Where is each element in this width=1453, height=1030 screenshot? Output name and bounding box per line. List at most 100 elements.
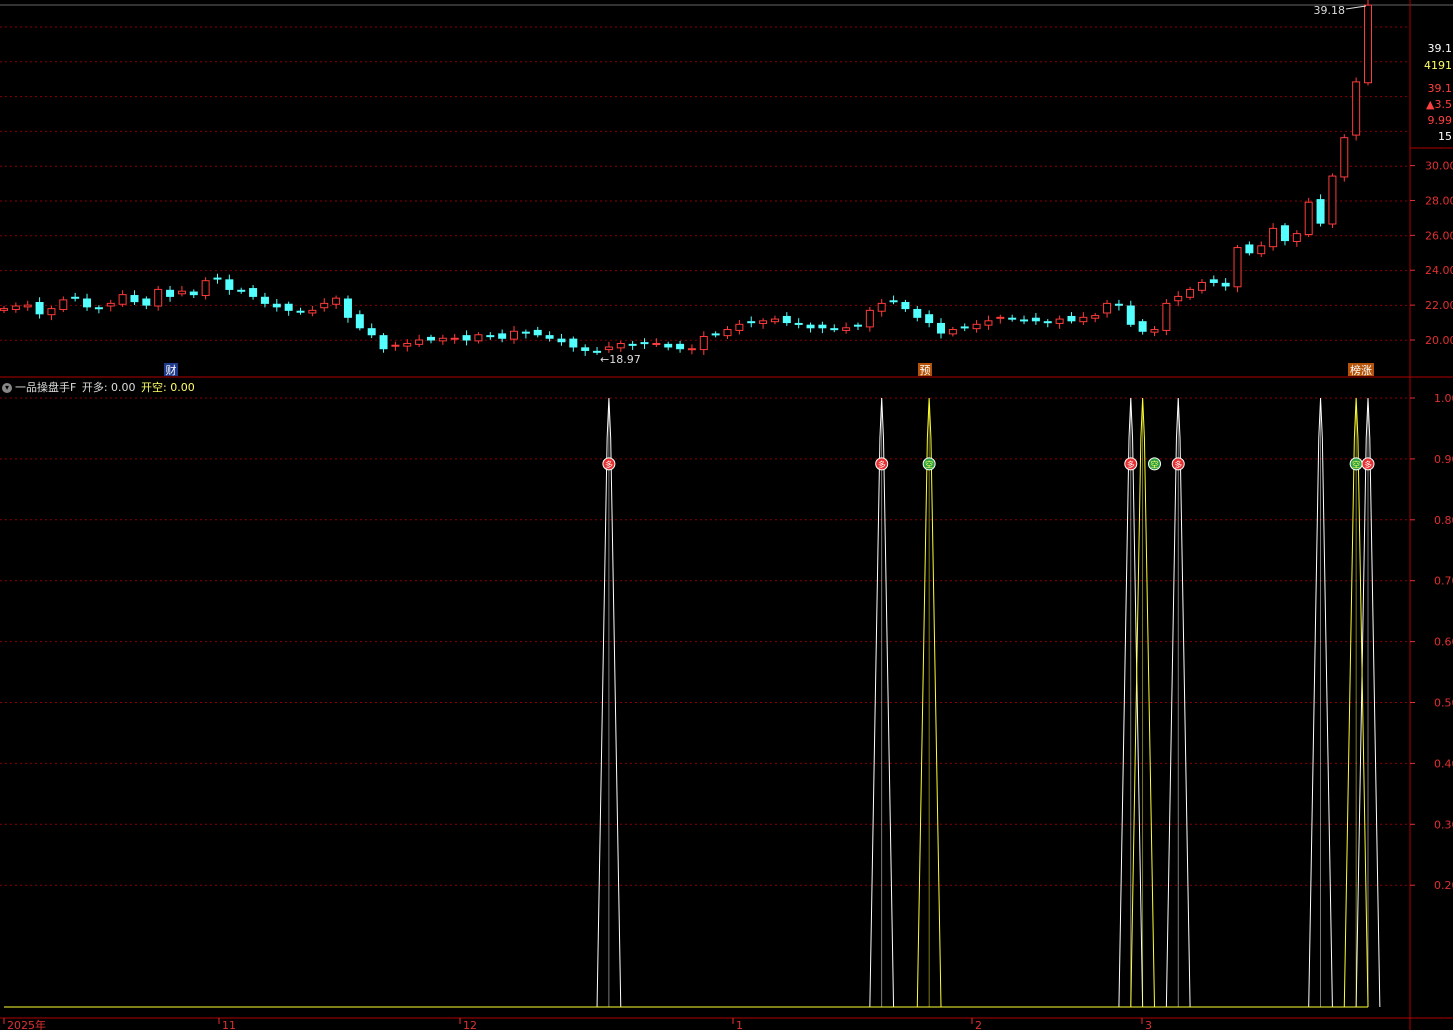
candle-body: [1257, 245, 1266, 255]
candle-body: [723, 329, 732, 337]
signal-marker-label: 空: [925, 459, 933, 469]
indicator-tick-label: 0.90: [1434, 453, 1453, 466]
x-tick-label: 3: [1145, 1019, 1152, 1030]
candle-body: [367, 328, 376, 336]
x-tick-label: 2: [975, 1019, 982, 1030]
candle-body: [569, 338, 578, 348]
candle-body: [1197, 281, 1206, 291]
low-price-marker: ←18.97: [600, 353, 641, 366]
candle-body: [770, 318, 779, 323]
indicator-tick-label: 0.50: [1434, 697, 1453, 710]
candle-body: [94, 307, 103, 310]
candle-body: [201, 280, 210, 297]
signal-marker-label: 多: [605, 459, 613, 469]
signal-marker-label: 空: [1151, 459, 1159, 469]
candle-body: [391, 344, 400, 347]
candle-body: [1328, 175, 1337, 225]
indicator-tick-label: 0.20: [1434, 879, 1453, 892]
candle-body: [11, 305, 20, 310]
candle-body: [189, 291, 198, 296]
signal-marker-label: 多: [1127, 459, 1135, 469]
candle-body: [865, 309, 874, 328]
price-tick-label: 22.00: [1425, 299, 1453, 312]
candle-body: [379, 335, 388, 350]
candle-body: [937, 322, 946, 334]
candle-body: [652, 342, 661, 345]
candle-body: [320, 302, 329, 309]
x-tick-label: 11: [222, 1019, 236, 1030]
candle-body: [1079, 316, 1088, 323]
candle-body: [521, 331, 530, 334]
candle-body: [154, 288, 163, 307]
candle-body: [1174, 295, 1183, 302]
candle-body: [474, 334, 483, 342]
series-b-value: 0.00: [170, 381, 195, 394]
series-b-label: 开空:: [141, 381, 167, 394]
candle-body: [889, 300, 898, 303]
right-info-value: ▲3.5: [1426, 98, 1452, 111]
candle-body: [1269, 227, 1278, 248]
candle-body: [225, 279, 234, 290]
chevron-down-icon[interactable]: ▾: [2, 383, 12, 393]
candle-body: [130, 295, 139, 303]
candle-body: [616, 342, 625, 349]
candle-body: [272, 303, 281, 308]
candle-body: [794, 322, 803, 325]
indicator-tick-label: 0.60: [1434, 636, 1453, 649]
candle-body: [426, 336, 435, 341]
candle-body: [687, 348, 696, 351]
right-info-value: 15: [1438, 130, 1452, 143]
candle-body: [0, 308, 8, 311]
candle-body: [830, 328, 839, 331]
price-tick-label: 24.00: [1425, 264, 1453, 277]
indicator-name: 一品操盘手F: [15, 381, 77, 394]
candle-body: [1316, 199, 1325, 224]
candle-body: [557, 338, 566, 343]
candle-body: [1340, 137, 1349, 178]
candle-body: [960, 326, 969, 329]
candle-body: [1067, 315, 1076, 322]
candle-body: [1186, 288, 1195, 298]
candle-body: [735, 323, 744, 331]
candle-body: [284, 303, 293, 311]
candle-body: [1008, 317, 1017, 320]
event-label: 财: [166, 363, 177, 377]
right-info-value: 39.1: [1428, 42, 1453, 55]
series-a-value: 0.00: [111, 381, 136, 394]
right-info-value: 4191: [1424, 59, 1452, 72]
candle-body: [640, 342, 649, 345]
candle-body: [332, 297, 341, 305]
indicator-tick-label: 0.70: [1434, 575, 1453, 588]
chart-canvas[interactable]: 30.0028.0026.0024.0022.0020.0039.1419139…: [0, 0, 1453, 1030]
candle-body: [747, 321, 756, 324]
candle-body: [533, 329, 542, 336]
signal-marker-label: 多: [1174, 459, 1182, 469]
x-tick-label: 1: [736, 1019, 743, 1030]
candle-body: [438, 337, 447, 342]
candle-body: [818, 324, 827, 329]
candle-body: [925, 314, 934, 324]
indicator-header: ▾ 一品操盘手F 开多: 0.00 开空: 0.00: [2, 379, 195, 395]
candle-body: [1221, 282, 1230, 287]
candle-body: [1233, 247, 1242, 288]
candle-body: [604, 346, 613, 351]
candle-body: [1055, 318, 1064, 324]
candle-body: [948, 329, 957, 335]
price-tick-label: 28.00: [1425, 194, 1453, 207]
candle-body: [462, 335, 471, 341]
indicator-tick-label: 0.30: [1434, 818, 1453, 831]
candle-body: [1364, 4, 1372, 84]
candle-body: [1304, 201, 1313, 235]
candle-body: [1292, 233, 1301, 242]
candle-body: [355, 314, 364, 329]
candle-body: [23, 304, 32, 308]
x-tick-label: 12: [463, 1019, 477, 1030]
candle-body: [415, 339, 424, 345]
high-price-marker: 39.18: [1314, 4, 1346, 17]
candle-body: [853, 324, 862, 327]
candle-body: [166, 289, 175, 297]
candle-body: [972, 323, 981, 330]
candle-body: [996, 316, 1005, 319]
candle-body: [260, 296, 269, 304]
candle-body: [699, 336, 708, 351]
